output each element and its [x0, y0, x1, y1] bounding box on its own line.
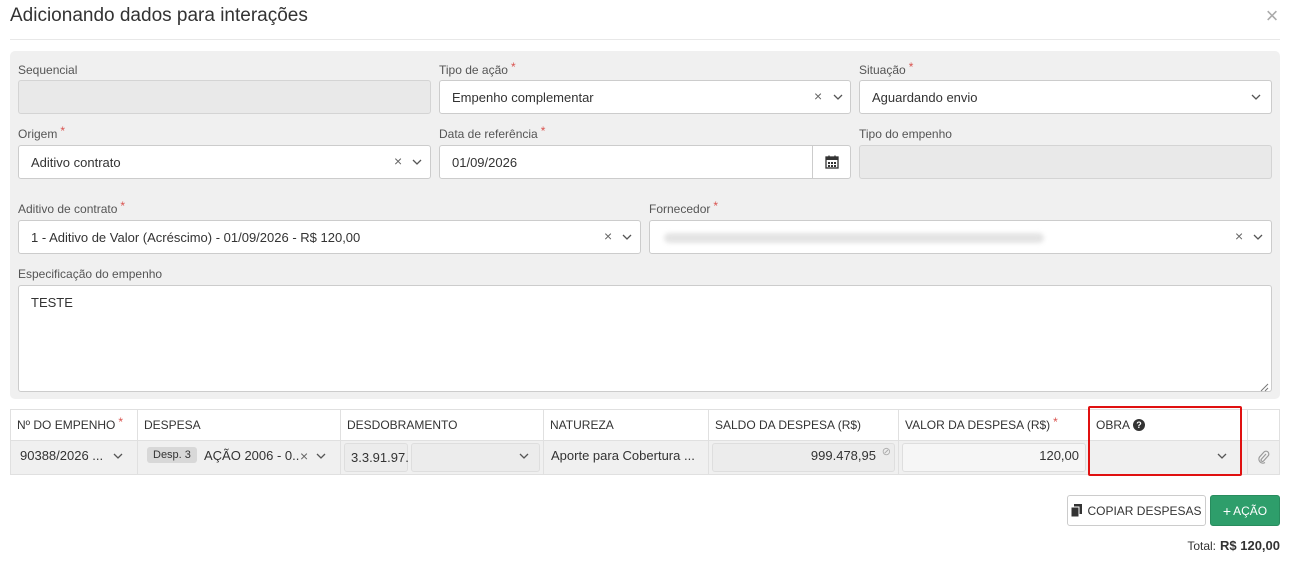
- clear-icon[interactable]: ×: [814, 88, 822, 104]
- data-referencia-input[interactable]: 01/09/2026: [439, 145, 851, 179]
- paperclip-icon[interactable]: [1257, 450, 1270, 467]
- th-valor: VALOR DA DESPESA (R$) *: [899, 410, 1090, 440]
- th-n-empenho: Nº DO EMPENHO *: [11, 410, 138, 440]
- origem-value: Aditivo contrato: [31, 155, 121, 170]
- th-saldo: SALDO DA DESPESA (R$): [709, 410, 899, 440]
- cell-obra[interactable]: [1090, 441, 1248, 474]
- origem-select[interactable]: Aditivo contrato ×: [18, 145, 431, 179]
- chevron-down-icon[interactable]: [315, 450, 327, 462]
- despesa-badge: Desp. 3: [147, 447, 197, 463]
- chevron-down-icon[interactable]: [621, 231, 633, 243]
- fornecedor-select[interactable]: ×: [649, 220, 1272, 254]
- total-value: R$ 120,00: [1220, 538, 1280, 553]
- clear-icon[interactable]: ×: [394, 153, 402, 169]
- add-action-button[interactable]: + AÇÃO: [1210, 495, 1280, 526]
- resize-handle-icon[interactable]: [1260, 380, 1269, 392]
- situacao-select[interactable]: Aguardando envio: [859, 80, 1272, 114]
- total: Total: R$ 120,00: [1187, 538, 1280, 553]
- cell-desdobramento[interactable]: 3.3.91.97.: [341, 441, 544, 474]
- sequencial-label: Sequencial: [18, 63, 78, 77]
- chevron-down-icon[interactable]: [1252, 231, 1264, 243]
- chevron-down-icon[interactable]: [112, 450, 124, 462]
- especificacao-value: TESTE: [31, 295, 73, 310]
- aditivo-contrato-label: Aditivo de contrato *: [18, 199, 126, 216]
- cell-saldo: 999.478,95 ⊘: [709, 441, 899, 474]
- cell-valor[interactable]: 120,00: [899, 441, 1090, 474]
- despesas-table: Nº DO EMPENHO * DESPESA DESDOBRAMENTO NAT…: [10, 409, 1280, 475]
- cell-despesa[interactable]: Desp. 3 AÇÃO 2006 - 0... ×: [138, 441, 341, 474]
- title-divider: [10, 39, 1280, 40]
- chevron-down-icon[interactable]: [832, 91, 844, 103]
- clear-icon[interactable]: ×: [604, 228, 612, 244]
- cell-attach[interactable]: [1248, 441, 1279, 474]
- modal-title: Adicionando dados para interações: [10, 5, 308, 26]
- origem-label: Origem *: [18, 124, 66, 141]
- clear-icon[interactable]: ×: [1235, 228, 1243, 244]
- chevron-down-icon[interactable]: [518, 450, 530, 462]
- data-referencia-label: Data de referência *: [439, 124, 546, 141]
- cell-n-empenho[interactable]: 90388/2026 ...: [11, 441, 138, 474]
- sequencial-field: [18, 80, 431, 114]
- calendar-icon[interactable]: [812, 146, 850, 178]
- tipo-acao-value: Empenho complementar: [452, 90, 594, 105]
- close-icon[interactable]: ×: [1262, 5, 1282, 27]
- aditivo-contrato-select[interactable]: 1 - Aditivo de Valor (Acréscimo) - 01/09…: [18, 220, 641, 254]
- situacao-label: Situação *: [859, 60, 914, 77]
- cell-natureza: Aporte para Cobertura ...: [544, 441, 709, 474]
- th-despesa: DESPESA: [138, 410, 341, 440]
- tipo-acao-label: Tipo de ação *: [439, 60, 516, 77]
- th-obra: OBRA?: [1090, 410, 1248, 440]
- especificacao-label: Especificação do empenho: [18, 267, 163, 281]
- aditivo-contrato-value: 1 - Aditivo de Valor (Acréscimo) - 01/09…: [31, 230, 361, 245]
- situacao-value: Aguardando envio: [872, 90, 978, 105]
- chevron-down-icon[interactable]: [411, 156, 423, 168]
- th-desdobramento: DESDOBRAMENTO: [341, 410, 544, 440]
- copy-icon: [1071, 504, 1083, 517]
- chevron-down-icon[interactable]: [1216, 450, 1228, 462]
- tipo-acao-select[interactable]: Empenho complementar ×: [439, 80, 851, 114]
- especificacao-textarea[interactable]: TESTE: [18, 285, 1272, 392]
- chevron-down-icon[interactable]: [1250, 91, 1262, 103]
- copy-expenses-button[interactable]: COPIAR DESPESAS: [1067, 495, 1206, 526]
- data-referencia-value: 01/09/2026: [452, 155, 518, 170]
- tipo-empenho-field: [859, 145, 1272, 179]
- plus-icon: +: [1222, 502, 1232, 519]
- th-natureza: NATUREZA: [544, 410, 709, 440]
- redacted-value: [664, 233, 1044, 243]
- tipo-empenho-label: Tipo do empenho: [859, 127, 952, 141]
- fornecedor-label: Fornecedor *: [649, 199, 719, 216]
- clear-icon[interactable]: ×: [300, 448, 308, 464]
- disabled-icon: ⊘: [881, 446, 891, 458]
- help-icon[interactable]: ?: [1133, 418, 1146, 431]
